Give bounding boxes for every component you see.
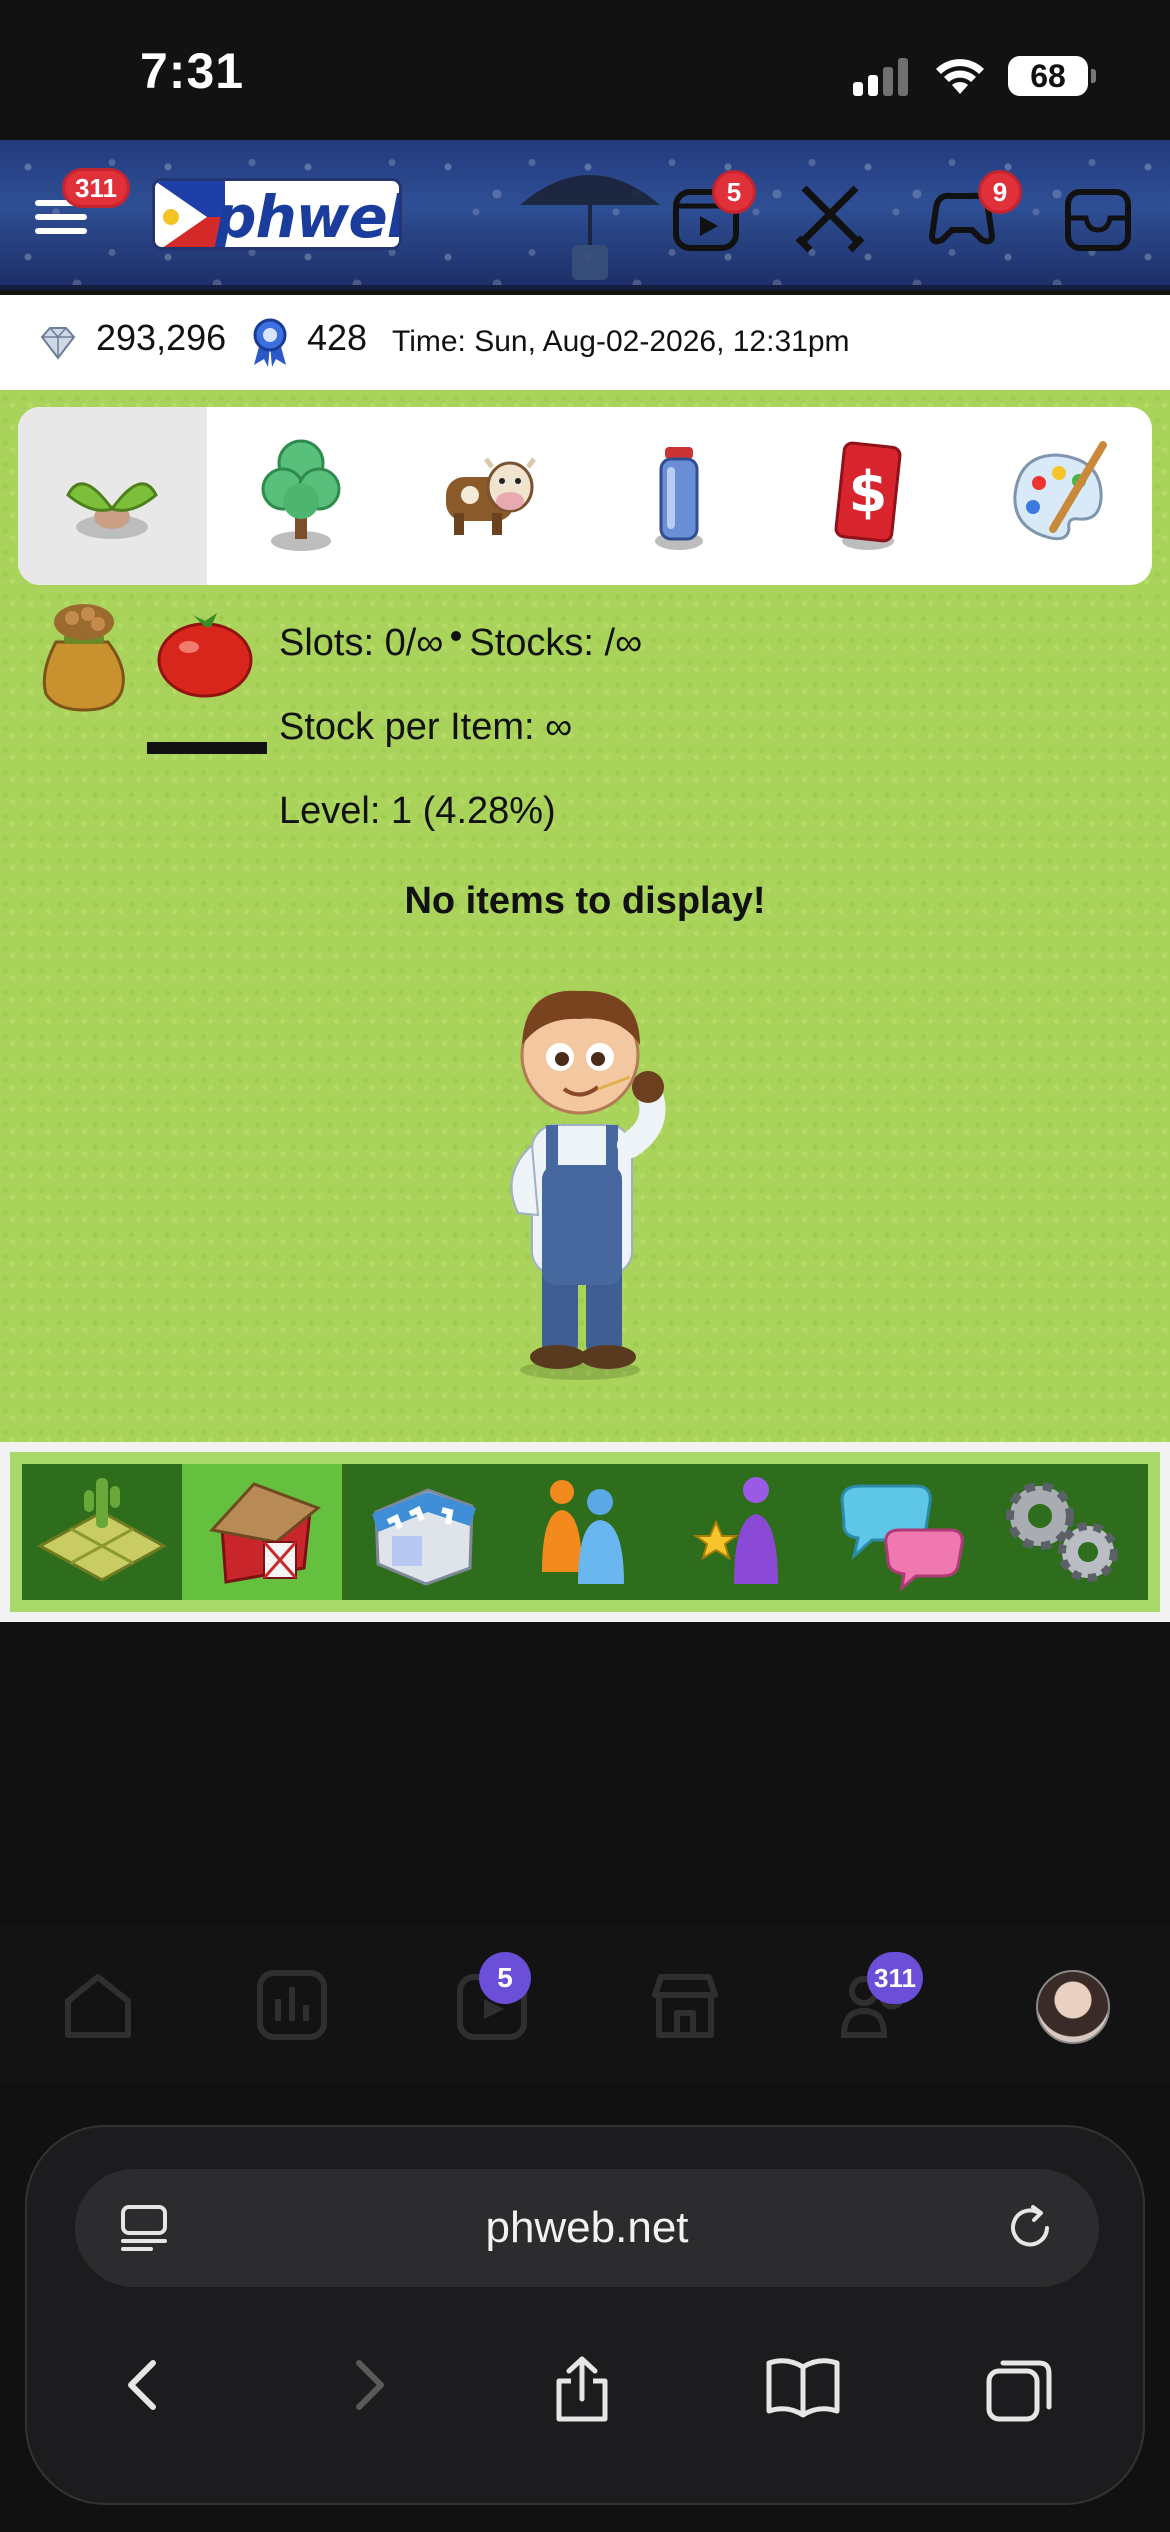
site-logo[interactable]: phweb [152,178,402,250]
separator-dot [451,631,462,642]
paint-palette-icon [1013,441,1107,541]
status-bar: 7:31 68 [0,0,1170,140]
barn-icon [209,1482,321,1584]
spray-can-icon [655,447,703,550]
ribbon-award-icon [253,318,287,367]
bottom-menu-frame [10,1452,1160,1612]
cellular-signal-icon [853,58,913,96]
farm-plot-icon [36,1478,168,1582]
ribbon-count: 428 [307,317,368,358]
bookmarks-icon[interactable] [765,2355,841,2419]
tabs-icon[interactable] [985,2355,1055,2425]
notification-badge: 311 [62,168,130,208]
level-label: Level: 1 (4.28%) [279,790,556,832]
category-tabs: $ [18,407,1152,585]
tab-decor[interactable] [963,407,1152,585]
tab-premium[interactable]: $ [774,407,963,585]
menu-barn[interactable] [182,1464,342,1600]
menu-shop[interactable] [342,1464,502,1600]
tree-icon [261,439,341,551]
bottom-game-menu [0,1442,1170,1622]
menu-profile[interactable] [662,1464,822,1600]
address-bar[interactable]: phweb.net [75,2169,1099,2287]
seed-bag-icon [42,604,125,712]
tomato-icon [157,613,253,698]
slots-stocks-line: Slots: 0/∞ Stocks: /∞ [279,622,642,665]
farm-game-area: $ Slots: 0/∞ Stocks: /∞ Stock per Item: ∞… [0,390,1170,1622]
shop-icon [372,1488,476,1586]
diamond-icon [40,327,76,360]
forward-arrow-icon[interactable] [337,2355,397,2415]
svg-text:$: $ [849,460,888,525]
tab-animals[interactable] [396,407,585,585]
farmer-character [510,990,666,1380]
crossed-swords-icon[interactable] [790,178,870,258]
tab-crops[interactable] [18,407,207,585]
logo-text: phweb [215,183,399,250]
groups-nav-badge: 311 [867,1952,923,2004]
reload-icon[interactable] [1003,2201,1057,2255]
wifi-icon [936,59,984,94]
server-time: Time: Sun, Aug-02-2026, 12:31pm [392,325,850,358]
cow-icon [446,457,536,535]
info-bar: 293,296 428 Time: Sun, Aug-02-2026, 12:3… [0,295,1170,390]
home-icon[interactable] [58,1965,138,2045]
settings-gears-icon [1006,1482,1118,1582]
site-bottom-nav: 5 311 [0,1925,1170,2085]
tab-trees[interactable] [207,407,396,585]
marketplace-icon[interactable] [645,1965,725,2045]
inbox-icon[interactable] [1058,178,1138,258]
site-header: 311 phweb 5 9 [0,140,1170,290]
back-arrow-icon[interactable] [115,2355,175,2415]
stock-per-item: Stock per Item: ∞ [279,706,573,748]
reels-nav-badge: 5 [479,1952,531,2004]
battery-level: 68 [1008,56,1096,96]
games-badge: 9 [978,170,1022,214]
gem-count: 293,296 [96,317,227,358]
price-tag-icon: $ [834,441,902,550]
bottom-menu-track [22,1464,1148,1600]
sprout-icon [66,482,158,539]
menu-farm[interactable] [22,1464,182,1600]
status-time: 7:31 [140,43,245,99]
stats-icon[interactable] [252,1965,332,2045]
neighbors-icon [542,1480,624,1584]
share-icon[interactable] [547,2355,617,2425]
url-text: phweb.net [485,2203,689,2252]
reels-badge: 5 [712,170,756,214]
selected-item-indicator [147,742,267,754]
stocks-label: Stocks: /∞ [469,622,643,664]
umbrella-illustration [520,175,660,280]
user-avatar[interactable] [1036,1970,1110,2044]
menu-neighbors[interactable] [502,1464,662,1600]
chat-icon [840,1484,964,1592]
slots-label: Slots: 0/∞ [279,622,444,664]
empty-message: No items to display! [404,880,766,922]
tab-sprays[interactable] [585,407,774,585]
menu-settings[interactable] [982,1464,1142,1600]
profile-star-icon [692,1477,778,1584]
menu-chat[interactable] [822,1464,982,1600]
browser-toolbar: phweb.net [25,2125,1145,2505]
